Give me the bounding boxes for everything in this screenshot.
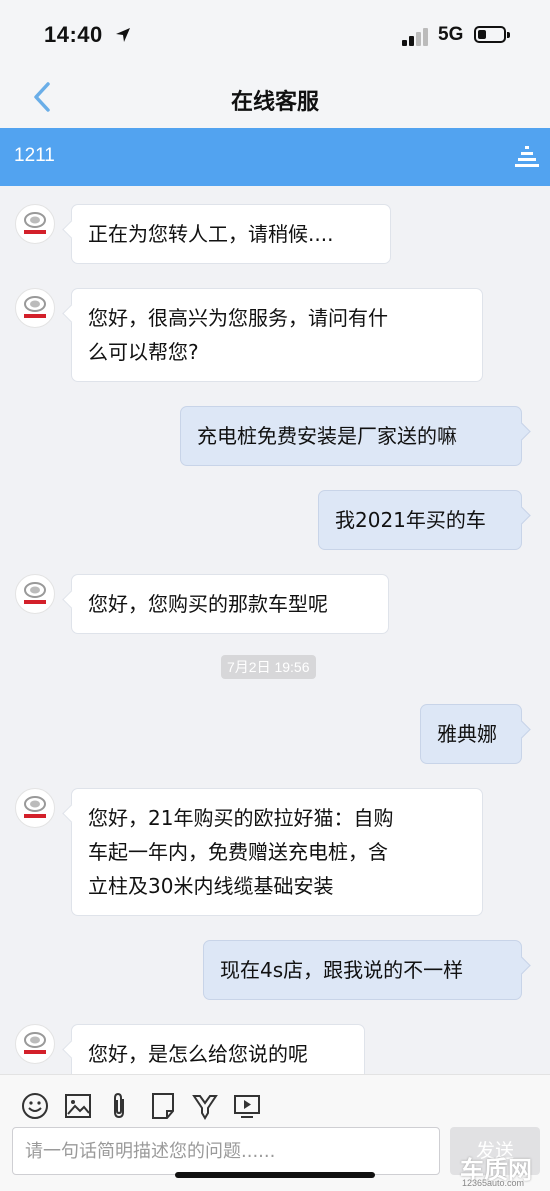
agent-message: 您好，是怎么给您说的呢 (71, 1024, 365, 1074)
message-line: 您好，很高兴为您服务，请问有什 (88, 306, 388, 330)
agent-avatar (15, 204, 55, 244)
network-type: 5G (438, 24, 464, 45)
agent-message: 您好，21年购买的欧拉好猫：自购 车起一年内，免费赠送充电桩，含 立柱及30米内… (71, 788, 483, 916)
message-text: 充电桩免费安装是厂家送的嘛 (197, 424, 457, 448)
user-message: 我2021年买的车 (318, 490, 522, 550)
user-message: 现在4s店，跟我说的不一样 (203, 940, 522, 1000)
agent-avatar (15, 574, 55, 614)
message-text: 您好，您购买的那款车型呢 (88, 592, 328, 616)
nav-bar: 在线客服 (0, 70, 550, 128)
brand-logo-icon (24, 582, 46, 604)
agent-avatar (15, 288, 55, 328)
document-icon[interactable] (148, 1091, 178, 1121)
agent-avatar (15, 1024, 55, 1064)
message-text: 现在4s店，跟我说的不一样 (220, 958, 464, 982)
brand-logo-icon (24, 296, 46, 318)
watermark-sub: 12365auto.com (462, 1178, 525, 1188)
evaluate-icon[interactable] (190, 1091, 220, 1121)
agent-message: 您好，很高兴为您服务，请问有什 么可以帮您? (71, 288, 483, 382)
menu-icon[interactable] (514, 144, 540, 170)
user-message: 雅典娜 (420, 704, 522, 764)
session-header: 1211 (0, 128, 550, 186)
cellular-signal-icon (402, 28, 430, 46)
message-text: 我2021年买的车 (335, 508, 486, 532)
watermark: 车质网 12365auto.com (460, 1150, 548, 1190)
message-line: 么可以帮您? (88, 340, 199, 364)
message-text: 正在为您转人工，请稍候.... (88, 222, 334, 246)
page-title: 在线客服 (230, 90, 319, 115)
chat-area[interactable]: 正在为您转人工，请稍候.... 您好，很高兴为您服务，请问有什 么可以帮您? 充… (0, 186, 550, 1074)
user-message: 充电桩免费安装是厂家送的嘛 (180, 406, 522, 466)
smiley-icon[interactable] (20, 1091, 50, 1121)
agent-message: 正在为您转人工，请稍候.... (71, 204, 391, 264)
message-line: 车起一年内，免费赠送充电桩，含 (88, 840, 388, 864)
status-bar: 14:40 5G (0, 0, 550, 70)
message-line: 立柱及30米内线缆基础安装 (88, 874, 334, 898)
timestamp: 7月2日 19:56 (221, 655, 316, 679)
battery-icon (474, 26, 510, 43)
brand-logo-icon (24, 212, 46, 234)
status-time: 14:40 (44, 22, 103, 47)
message-text: 雅典娜 (437, 722, 497, 746)
session-id: 1211 (14, 145, 55, 166)
location-arrow-icon (116, 28, 130, 42)
message-line: 您好，21年购买的欧拉好猫：自购 (88, 806, 394, 830)
image-icon[interactable] (63, 1091, 93, 1121)
video-icon[interactable] (232, 1091, 262, 1121)
message-text: 您好，是怎么给您说的呢 (88, 1042, 308, 1066)
brand-logo-icon (24, 1032, 46, 1054)
home-indicator (175, 1172, 375, 1178)
agent-message: 您好，您购买的那款车型呢 (71, 574, 389, 634)
paperclip-icon[interactable] (104, 1091, 134, 1121)
brand-logo-icon (24, 796, 46, 818)
message-input[interactable] (12, 1127, 440, 1175)
agent-avatar (15, 788, 55, 828)
